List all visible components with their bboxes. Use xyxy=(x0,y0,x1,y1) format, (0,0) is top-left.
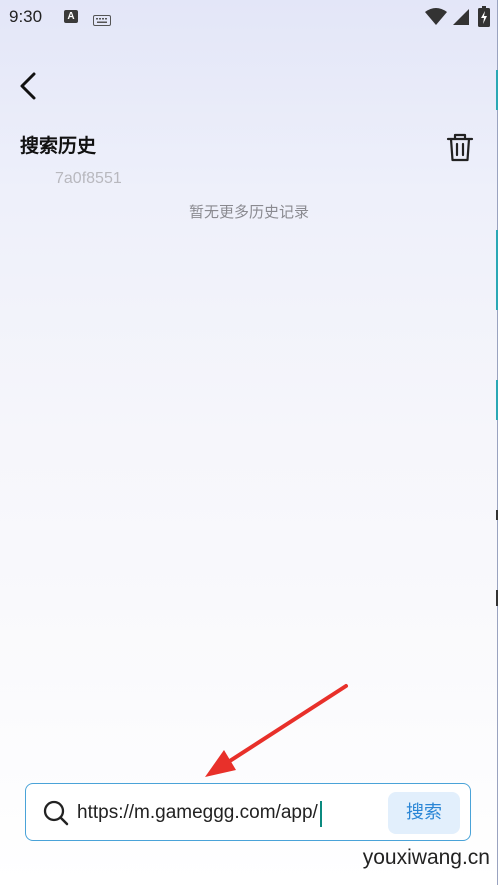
red-arrow-annotation xyxy=(205,684,348,777)
edge-strip xyxy=(496,0,498,885)
search-icon xyxy=(43,800,69,830)
search-input[interactable]: https://m.gameggg.com/app/ xyxy=(77,800,367,826)
text-cursor xyxy=(319,801,322,827)
search-button[interactable]: 搜索 xyxy=(388,792,460,834)
watermark: youxiwang.cn xyxy=(362,846,490,869)
search-bar: https://m.gameggg.com/app/ 搜索 xyxy=(25,783,471,841)
